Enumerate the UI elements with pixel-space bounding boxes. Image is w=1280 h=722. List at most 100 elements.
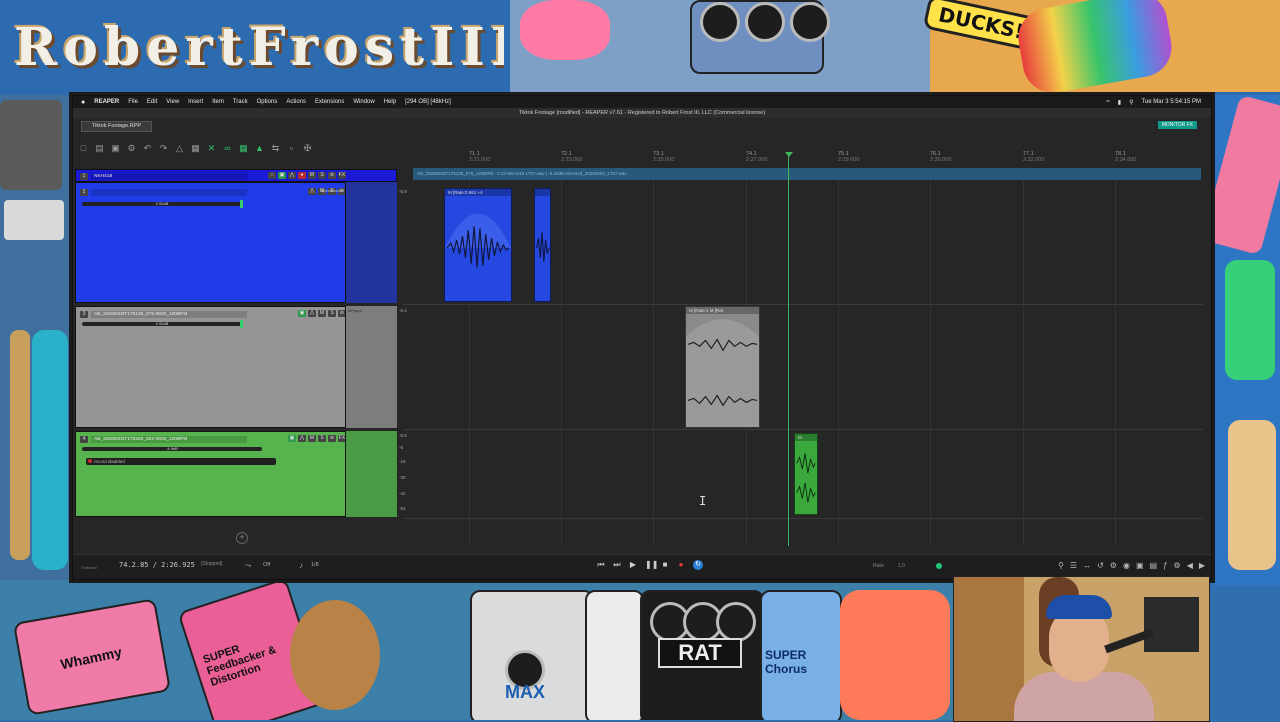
track-4-mute-button[interactable]: M	[308, 435, 316, 442]
media-item[interactable]: M [Rate:1 M [Rat	[685, 306, 760, 428]
track-3-solo-button[interactable]: S	[328, 310, 336, 317]
track-4-record-mode[interactable]: record disabled	[86, 458, 276, 465]
track-4-phase-icon[interactable]: ⊘	[328, 435, 336, 442]
zoom-icon[interactable]: ⚲	[1058, 561, 1064, 570]
track-3-route[interactable]: MPagur	[346, 306, 397, 315]
metronome-icon[interactable]: △	[175, 143, 184, 153]
wifi-icon[interactable]: ≈	[1107, 99, 1110, 105]
trim-icon[interactable]: ▫	[287, 143, 296, 153]
settings-icon[interactable]: ⚙	[127, 143, 136, 153]
track-1-power-icon[interactable]: ○	[268, 172, 276, 179]
menu-help[interactable]: Help	[384, 99, 396, 105]
grid-icon[interactable]: ▦	[191, 143, 200, 153]
menu-options[interactable]: Options	[257, 99, 278, 105]
search-icon[interactable]: ⚲	[1129, 99, 1133, 106]
menu-insert[interactable]: Insert	[188, 99, 203, 105]
refresh-icon[interactable]: ↺	[1097, 561, 1104, 570]
track-1-solo-button[interactable]: S	[318, 172, 326, 179]
menu-extensions[interactable]: Extensions	[315, 99, 344, 105]
record-icon[interactable]: ●	[677, 561, 685, 569]
track-3-env-icon[interactable]: ⋀	[308, 310, 316, 317]
menu-actions[interactable]: Actions	[286, 99, 306, 105]
track-3-name[interactable]: AB_20260303T175135_075-0600_120BPM	[91, 310, 247, 318]
rate-slider-knob[interactable]	[936, 563, 942, 569]
repeat-icon[interactable]: ↻	[693, 560, 703, 570]
track-4-name[interactable]: AB_20260303T175340_822-0600_120BPM	[91, 435, 247, 443]
envelope-lock-icon[interactable]: ▲	[255, 143, 264, 153]
play-cursor-head[interactable]	[785, 152, 793, 157]
track-3-volume[interactable]: 0.00dB	[82, 322, 242, 326]
track-4-solo-button[interactable]: S	[318, 435, 326, 442]
lock-icon[interactable]: ⇆	[271, 143, 280, 153]
apple-icon[interactable]: ●	[81, 99, 85, 106]
media-item[interactable]	[534, 188, 551, 302]
track-2-volume-knob[interactable]	[240, 200, 243, 208]
transport-time[interactable]: 74.2.85 / 2:26.925	[119, 561, 195, 569]
track-2-name[interactable]	[91, 188, 247, 196]
go-to-end-icon[interactable]: ⏭	[613, 561, 621, 569]
grid-icon[interactable]: ♪	[299, 561, 303, 570]
track-3-io-icon[interactable]: ▣	[298, 310, 306, 317]
snap-icon[interactable]: ⤳	[245, 561, 251, 571]
pin-icon[interactable]: ✠	[303, 143, 312, 153]
track-4-env-icon[interactable]: ⋀	[298, 435, 306, 442]
open-project-icon[interactable]: ▤	[95, 143, 104, 153]
track-1-phase-icon[interactable]: ⊘	[328, 172, 336, 179]
project-tab[interactable]: Tiktok Footage.RPP	[81, 121, 153, 132]
monitor-fx-button[interactable]: MONITOR FX	[1157, 121, 1197, 129]
media-item[interactable]: M [Rate:0.661 +4	[444, 188, 512, 302]
track-1-io-icon[interactable]: ▣	[278, 172, 286, 179]
folder-item-bar[interactable]: AB_20260303T175135_075_120BPM - 0:13 NKH…	[413, 168, 1201, 180]
snap-icon[interactable]: ▦	[239, 143, 248, 153]
menu-view[interactable]: View	[166, 99, 179, 105]
menu-track[interactable]: Track	[233, 99, 248, 105]
track-4-volume[interactable]: -4.9dB	[82, 447, 262, 451]
snap-status[interactable]: Off	[263, 562, 270, 568]
window-icon[interactable]: ▣	[1136, 561, 1144, 570]
save-icon[interactable]: ▣	[111, 143, 120, 153]
track-2-env-icon[interactable]: ⋀	[308, 188, 316, 195]
grid-value[interactable]: 1/8	[311, 562, 319, 568]
menu-edit[interactable]: Edit	[147, 99, 157, 105]
globe-icon[interactable]: ◉	[1123, 561, 1130, 570]
rate-value[interactable]: 1.0	[898, 563, 905, 569]
track-4-fx-strip[interactable]	[345, 431, 397, 517]
add-track-button[interactable]: +	[236, 532, 248, 544]
menu-item[interactable]: Item	[212, 99, 224, 105]
track-1-name[interactable]: NKH418	[91, 172, 247, 180]
fx-icon[interactable]: ƒ	[1163, 561, 1167, 570]
gear-icon[interactable]: ⚙	[1174, 561, 1181, 570]
loop-points-icon[interactable]: ↔	[1083, 561, 1091, 570]
track-3-fx-strip[interactable]: MPagur	[345, 306, 397, 428]
play-icon[interactable]: ▶	[629, 561, 637, 569]
track-3-volume-knob[interactable]	[240, 320, 243, 328]
scroll-left-icon[interactable]: ◀	[1187, 561, 1193, 570]
menu-window[interactable]: Window	[353, 99, 374, 105]
menu-file[interactable]: File	[128, 99, 138, 105]
mixer-icon[interactable]: ▤	[1150, 561, 1158, 570]
redo-icon[interactable]: ↷	[159, 143, 168, 153]
scroll-right-icon[interactable]: ▶	[1199, 561, 1205, 570]
undo-icon[interactable]: ↶	[143, 143, 152, 153]
settings-gear-icon[interactable]: ⚙	[1110, 561, 1117, 570]
menu-icon[interactable]: ☰	[1070, 561, 1077, 570]
track-4-io-icon[interactable]: ▣	[288, 435, 296, 442]
track-1-rec-arm-icon[interactable]: ●	[298, 172, 306, 179]
track-1-env-icon[interactable]: ⋀	[288, 172, 296, 179]
track-3-mute-button[interactable]: M	[318, 310, 326, 317]
item-grouping-icon[interactable]: ∞	[223, 143, 232, 153]
track-1-fx-button[interactable]: FX	[338, 172, 346, 179]
track-1-mute-button[interactable]: M	[308, 172, 316, 179]
battery-icon[interactable]: ▮	[1118, 99, 1121, 106]
play-cursor[interactable]	[788, 154, 789, 546]
new-project-icon[interactable]: □	[79, 143, 88, 153]
track-2-fx-strip[interactable]	[345, 182, 397, 303]
track-1-header[interactable]: 1 NKH418 ○ ▣ ⋀ ● M S ⊘ FX	[75, 169, 397, 182]
track-2-route[interactable]: SpectRender	[321, 188, 344, 198]
track-2-volume[interactable]: 0.00dB	[82, 202, 242, 206]
ripple-icon[interactable]: ✕	[207, 143, 216, 153]
pause-icon[interactable]: ❚❚	[645, 561, 658, 569]
media-item[interactable]: M	[794, 433, 818, 515]
go-to-start-icon[interactable]: ⏮	[597, 561, 605, 569]
stop-icon[interactable]: ■	[661, 561, 669, 569]
